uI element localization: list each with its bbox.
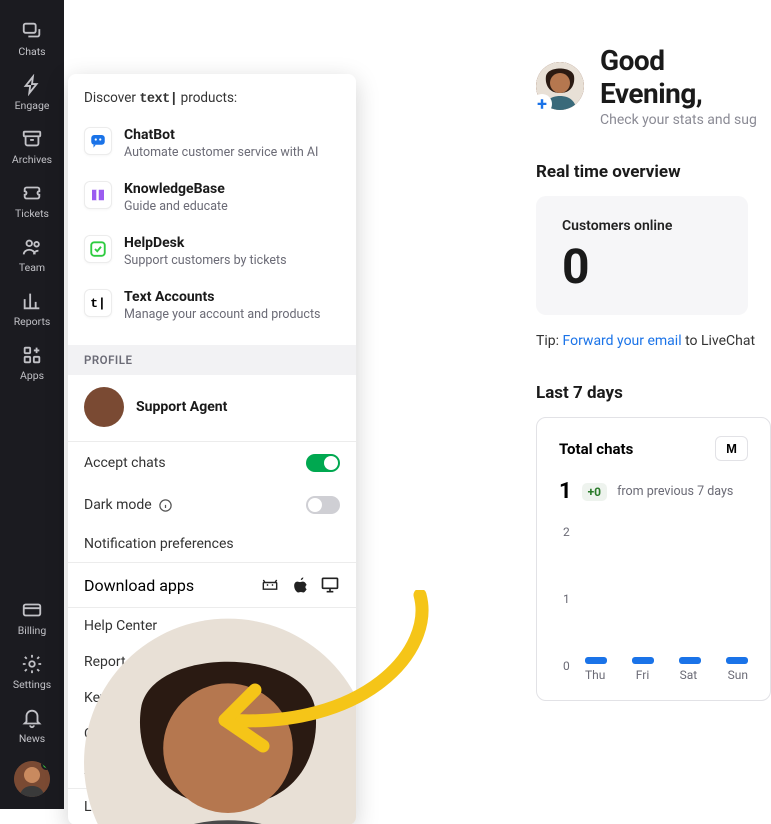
overview-title: Real time overview	[536, 162, 771, 182]
chart-bar	[632, 657, 654, 664]
avatar-icon	[84, 387, 124, 427]
nav-label: Archives	[12, 153, 52, 166]
nav-billing[interactable]: Billing	[0, 599, 64, 637]
discover-suffix: products:	[177, 90, 237, 106]
nav-label: Reports	[14, 315, 51, 328]
card-label: Customers online	[562, 218, 722, 234]
chart-total-value: 1	[559, 479, 572, 504]
chart-range-button[interactable]: M	[715, 436, 748, 461]
text-accounts-icon: t|	[84, 289, 112, 317]
y-tick: 0	[563, 659, 570, 673]
profile-popover: Discover text| products: ChatBot Automat…	[68, 74, 356, 824]
reports-icon	[21, 290, 43, 312]
product-title: HelpDesk	[124, 235, 287, 252]
nav-reports[interactable]: Reports	[0, 290, 64, 328]
nav-chats[interactable]: Chats	[0, 20, 64, 58]
chart-bars	[585, 657, 748, 664]
discover-prefix: Discover	[84, 90, 139, 106]
product-title: KnowledgeBase	[124, 181, 228, 198]
x-tick: Sun	[728, 668, 748, 682]
profile-avatar	[84, 387, 124, 427]
bell-icon	[21, 707, 43, 729]
x-tick: Thu	[585, 668, 605, 682]
product-knowledgebase[interactable]: KnowledgeBase Guide and educate	[84, 175, 340, 229]
tip-prefix: Tip:	[536, 333, 562, 349]
team-icon	[21, 236, 43, 258]
tip-suffix: to LiveChat	[682, 333, 755, 349]
nav-archives[interactable]: Archives	[0, 128, 64, 166]
chart-body: 2 1 0 Thu Fri Sat Sun	[559, 522, 748, 682]
gear-icon	[21, 653, 43, 675]
nav-label: Team	[19, 261, 45, 274]
presence-indicator	[41, 761, 50, 770]
accept-chats-toggle[interactable]	[306, 454, 340, 472]
chart-title: Total chats	[559, 440, 633, 458]
header: + Good Evening, Check your stats and sug	[536, 44, 771, 128]
chart-bar	[585, 657, 607, 664]
discover-heading: Discover text| products:	[84, 90, 340, 107]
total-chats-card: Total chats M 1 +0 from previous 7 days …	[536, 417, 771, 701]
card-value: 0	[562, 238, 722, 295]
nav-engage[interactable]: Engage	[0, 74, 64, 112]
sub-greeting: Check your stats and sug	[600, 112, 771, 128]
y-tick: 2	[563, 525, 570, 539]
product-subtitle: Manage your account and products	[124, 307, 320, 323]
archive-icon	[21, 128, 43, 150]
profile-row[interactable]: Support Agent	[68, 375, 356, 441]
chart-delta-badge: +0	[582, 483, 607, 501]
nav-label: Apps	[20, 369, 44, 382]
product-chatbot[interactable]: ChatBot Automate customer service with A…	[84, 121, 340, 175]
customers-online-card[interactable]: Customers online 0	[536, 196, 748, 315]
current-user-avatar[interactable]	[14, 761, 50, 797]
brand-text: text|	[139, 92, 177, 107]
greeting: Good Evening,	[600, 44, 771, 110]
nav-apps[interactable]: Apps	[0, 344, 64, 382]
nav-tickets[interactable]: Tickets	[0, 182, 64, 220]
chatbot-icon	[84, 127, 112, 155]
apps-icon	[21, 344, 43, 366]
add-status-button[interactable]: +	[532, 94, 552, 114]
bolt-icon	[21, 74, 43, 96]
x-tick: Sat	[680, 668, 698, 682]
nav-label: Settings	[13, 678, 51, 691]
nav-label: Chats	[18, 45, 45, 58]
nav-label: Tickets	[15, 207, 49, 220]
tip-link[interactable]: Forward your email	[562, 333, 681, 349]
dark-mode-toggle[interactable]	[306, 496, 340, 514]
y-tick: 1	[563, 592, 570, 606]
last7-title: Last 7 days	[536, 383, 771, 403]
nav-team[interactable]: Team	[0, 236, 64, 274]
x-tick: Fri	[636, 668, 649, 682]
nav-label: Engage	[15, 99, 50, 112]
nav-label: Billing	[18, 624, 46, 637]
chart-bar	[726, 657, 748, 664]
product-subtitle: Guide and educate	[124, 199, 228, 215]
product-subtitle: Support customers by tickets	[124, 253, 287, 269]
app-bar: Chats Engage Archives Tickets Team Repor…	[0, 0, 64, 809]
chat-icon	[21, 20, 43, 42]
nav-settings[interactable]: Settings	[0, 653, 64, 691]
profile-section-label: PROFILE	[68, 345, 356, 375]
nav-label: News	[19, 732, 45, 745]
chart-delta-note: from previous 7 days	[617, 484, 733, 499]
product-title: Text Accounts	[124, 289, 320, 306]
product-subtitle: Automate customer service with AI	[124, 145, 318, 161]
chart-x-axis: Thu Fri Sat Sun	[585, 668, 748, 682]
helpdesk-icon	[84, 235, 112, 263]
tip-line: Tip: Forward your email to LiveChat	[536, 333, 771, 349]
product-title: ChatBot	[124, 127, 318, 144]
ticket-icon	[21, 182, 43, 204]
knowledgebase-icon	[84, 181, 112, 209]
product-text-accounts[interactable]: t| Text Accounts Manage your account and…	[84, 283, 340, 337]
chart-bar	[679, 657, 701, 664]
nav-news[interactable]: News	[0, 707, 64, 745]
card-icon	[21, 599, 43, 621]
product-helpdesk[interactable]: HelpDesk Support customers by tickets	[84, 229, 340, 283]
